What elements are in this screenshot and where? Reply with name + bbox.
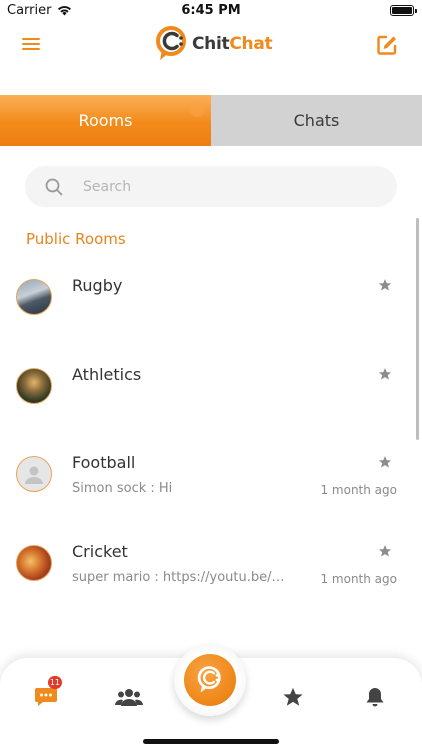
section-title-public-rooms: Public Rooms <box>26 230 126 248</box>
chitchat-logo: ChitChat <box>156 26 273 62</box>
nav-favorites[interactable] <box>271 682 315 712</box>
home-indicator <box>143 739 279 744</box>
chats-icon <box>35 688 57 706</box>
app-header: ChitChat <box>0 24 422 70</box>
room-list: Rugby Athletics Football Simon sock : Hi… <box>0 262 422 616</box>
room-avatar <box>16 544 52 581</box>
star-icon <box>283 687 303 706</box>
room-item-rugby[interactable]: Rugby <box>0 262 422 351</box>
battery-icon <box>390 5 417 16</box>
room-item-athletics[interactable]: Athletics <box>0 351 422 440</box>
app-name-part1: Chit <box>192 34 230 54</box>
room-name: Athletics <box>72 364 142 384</box>
bottom-nav: 11 <box>0 644 422 750</box>
room-timestamp: 1 month ago <box>320 483 397 497</box>
star-icon[interactable] <box>378 278 392 292</box>
tab-bar: Rooms Chats <box>0 95 422 146</box>
nav-chats[interactable]: 11 <box>24 676 68 712</box>
room-item-football[interactable]: Football Simon sock : Hi 1 month ago <box>0 439 422 528</box>
groups-icon <box>115 689 143 706</box>
app-name-part2: Chat <box>229 34 273 54</box>
search-icon <box>45 178 63 195</box>
tab-rooms-label: Rooms <box>78 111 133 130</box>
tab-indicator-dot <box>189 101 205 117</box>
room-last-message: super mario : https://youtu.be/… <box>72 569 285 585</box>
tab-rooms[interactable]: Rooms <box>0 95 211 146</box>
search-bar[interactable] <box>25 166 397 207</box>
search-input[interactable] <box>83 178 363 195</box>
clock: 6:45 PM <box>181 3 241 18</box>
star-icon[interactable] <box>378 455 392 469</box>
center-button-inner <box>184 654 236 706</box>
nav-groups[interactable] <box>107 682 151 712</box>
room-avatar <box>16 279 52 315</box>
star-icon[interactable] <box>378 367 392 381</box>
room-avatar <box>16 456 52 492</box>
hamburger-menu-icon[interactable] <box>22 38 40 52</box>
room-last-message: Simon sock : Hi <box>72 481 173 496</box>
default-user-icon <box>25 466 43 484</box>
room-name: Rugby <box>72 276 123 295</box>
status-bar: Carrier 6:45 PM <box>0 0 422 22</box>
app-name: ChitChat <box>192 34 273 54</box>
tab-chats-label: Chats <box>293 111 340 130</box>
compose-icon[interactable] <box>376 34 398 56</box>
bell-icon <box>366 688 384 707</box>
room-name: Football <box>72 453 136 472</box>
star-icon[interactable] <box>378 544 392 558</box>
chitchat-logo-icon <box>156 26 186 60</box>
room-timestamp: 1 month ago <box>320 571 397 586</box>
unread-badge: 11 <box>47 676 62 689</box>
room-avatar <box>16 367 52 404</box>
room-name: Cricket <box>72 541 128 561</box>
nav-notifications[interactable] <box>353 682 397 712</box>
room-item-cricket[interactable]: Cricket super mario : https://youtu.be/…… <box>0 528 422 617</box>
tab-chats[interactable]: Chats <box>211 95 422 146</box>
chitchat-logo-icon <box>197 666 221 693</box>
center-chitchat-button[interactable] <box>174 644 246 716</box>
